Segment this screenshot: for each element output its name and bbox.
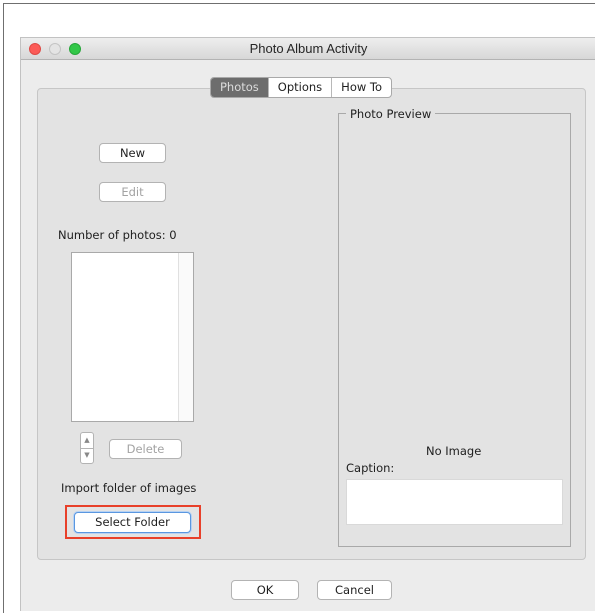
move-down-icon[interactable]: ▼ [81, 448, 93, 463]
window-title: Photo Album Activity [249, 41, 368, 56]
tab-options[interactable]: Options [267, 78, 331, 97]
cancel-button[interactable]: Cancel [317, 580, 392, 600]
import-folder-label: Import folder of images [61, 481, 197, 495]
tab-bar: Photos Options How To [210, 77, 393, 98]
caption-label: Caption: [346, 461, 395, 475]
caption-field[interactable] [346, 479, 563, 525]
photo-list-scrollbar[interactable] [178, 253, 193, 421]
no-image-label: No Image [426, 444, 482, 458]
edit-button[interactable]: Edit [99, 182, 166, 202]
tab-how-to[interactable]: How To [331, 78, 391, 97]
photo-list[interactable] [71, 252, 194, 422]
ok-button[interactable]: OK [231, 580, 299, 600]
tab-photos[interactable]: Photos [211, 78, 268, 97]
photo-count-label: Number of photos: 0 [58, 228, 177, 242]
new-button[interactable]: New [99, 143, 166, 163]
select-folder-button[interactable]: Select Folder [74, 512, 191, 533]
reorder-stepper[interactable]: ▲ ▼ [80, 432, 94, 464]
title-bar[interactable]: Photo Album Activity [21, 38, 595, 60]
move-up-icon[interactable]: ▲ [81, 433, 93, 449]
delete-button[interactable]: Delete [109, 439, 182, 459]
dialog-window: Photo Album Activity Photos Options How … [20, 37, 595, 611]
photo-preview-legend: Photo Preview [346, 107, 436, 121]
